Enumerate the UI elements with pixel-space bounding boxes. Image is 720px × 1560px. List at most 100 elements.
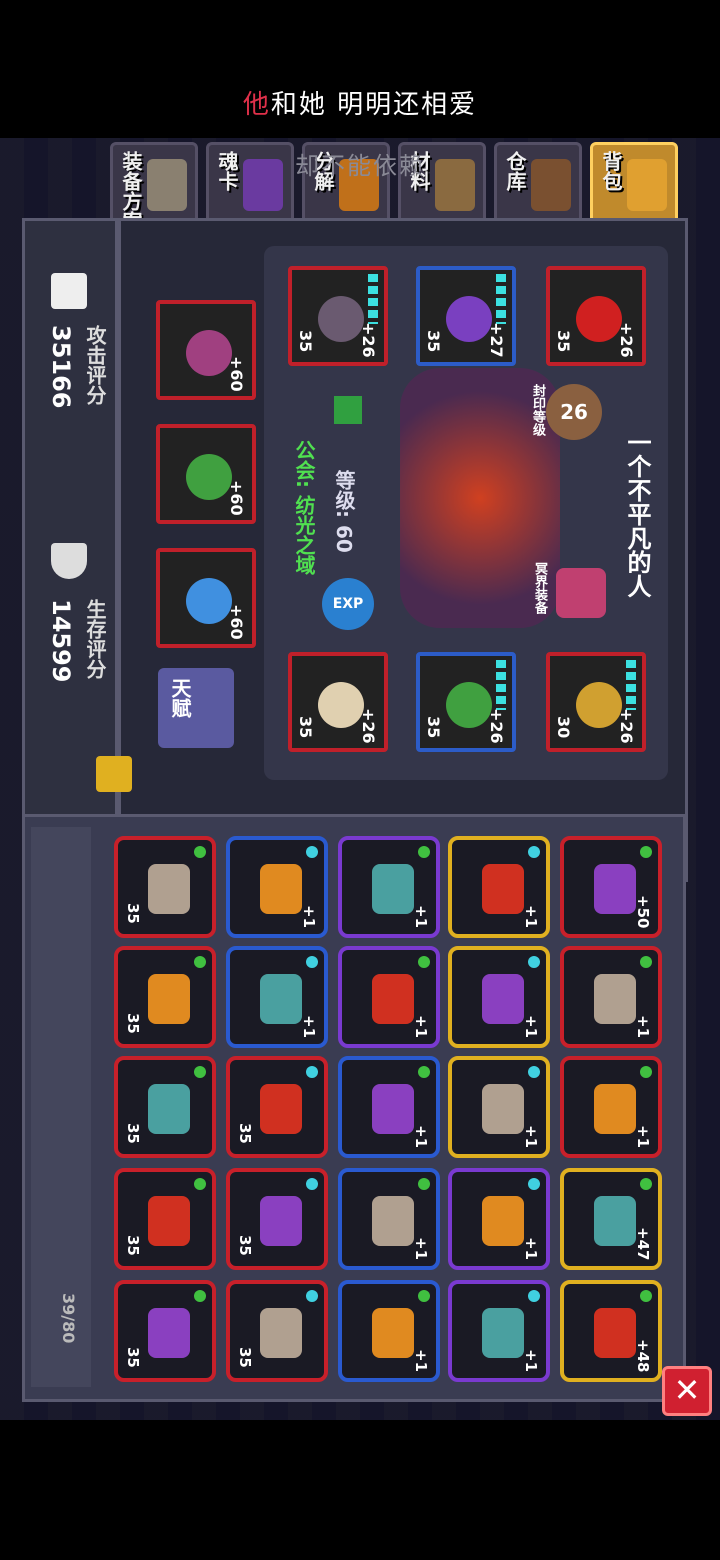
gem-sockets xyxy=(626,660,636,710)
ring-icon xyxy=(576,682,622,728)
inventory-slot[interactable]: 35 xyxy=(114,1056,216,1158)
lyric-rest: 和她 明明还相爱 xyxy=(270,90,478,120)
equip-slot-bottom-2[interactable]: 35 +26 xyxy=(416,652,516,752)
rarity-gem-icon xyxy=(640,1290,652,1302)
item-icon xyxy=(260,974,302,1024)
item-icon xyxy=(594,864,636,914)
staff-icon xyxy=(186,330,232,376)
item-icon xyxy=(148,1196,190,1246)
equip-slot-bottom-3[interactable]: 30 +26 xyxy=(546,652,646,752)
inventory-slot[interactable]: +1 xyxy=(338,1280,440,1382)
inventory-slot[interactable]: +1 xyxy=(226,836,328,938)
player-name: 一个不平凡的人 xyxy=(623,430,651,598)
inventory-slot[interactable]: +1 xyxy=(448,836,550,938)
item-icon xyxy=(482,974,524,1024)
guild-icon xyxy=(334,396,362,424)
soul-equip-icon[interactable] xyxy=(556,568,606,618)
item-icon xyxy=(482,864,524,914)
inventory-slot[interactable]: +1 xyxy=(448,1168,550,1270)
weapon-slot-1[interactable]: +60 xyxy=(156,300,256,400)
equip-slot-top-2[interactable]: 35 +27 xyxy=(416,266,516,366)
inventory-slot[interactable]: +1 xyxy=(560,1056,662,1158)
cape-icon xyxy=(576,296,622,342)
inventory-slot[interactable]: +1 xyxy=(448,1280,550,1382)
item-icon xyxy=(372,974,414,1024)
rarity-gem-icon xyxy=(640,1066,652,1078)
inventory-slot[interactable]: +48 xyxy=(560,1280,662,1382)
inventory-slot[interactable]: 35 xyxy=(114,1168,216,1270)
talent-button[interactable]: 天赋 xyxy=(158,668,234,748)
inventory-slot[interactable]: 35 xyxy=(226,1056,328,1158)
item-plus: +1 xyxy=(634,1014,652,1038)
inventory-slot[interactable]: +47 xyxy=(560,1168,662,1270)
item-icon xyxy=(482,1084,524,1134)
inventory-slot[interactable]: +1 xyxy=(338,1056,440,1158)
equip-slot-top-1[interactable]: 35 +26 xyxy=(288,266,388,366)
item-level: 35 xyxy=(236,1235,254,1256)
rarity-gem-icon xyxy=(418,1066,430,1078)
item-level: 35 xyxy=(236,1123,254,1144)
rarity-gem-icon xyxy=(528,1066,540,1078)
seal-level-badge: 26 xyxy=(546,384,602,440)
soul-equip-label: 冥界装备 xyxy=(532,562,547,614)
item-level: 35 xyxy=(424,329,443,352)
item-icon xyxy=(594,974,636,1024)
item-icon xyxy=(260,1308,302,1358)
item-icon xyxy=(148,864,190,914)
bow-icon xyxy=(186,454,232,500)
rarity-gem-icon xyxy=(528,846,540,858)
inventory-slot[interactable]: +1 xyxy=(226,946,328,1048)
plus-level: +26 xyxy=(487,708,506,744)
rarity-gem-icon xyxy=(194,956,206,968)
inventory-slot[interactable]: +1 xyxy=(448,946,550,1048)
inventory-slot[interactable]: +1 xyxy=(338,1168,440,1270)
inventory-slot[interactable]: +1 xyxy=(338,946,440,1048)
rarity-gem-icon xyxy=(640,846,652,858)
inventory-slot[interactable]: 35 xyxy=(114,1280,216,1382)
item-icon xyxy=(372,1308,414,1358)
plus-level: +60 xyxy=(227,604,246,640)
inventory-slot[interactable]: 35 xyxy=(226,1168,328,1270)
inventory-slot[interactable]: 35 xyxy=(226,1280,328,1382)
inventory-slot[interactable]: 35 xyxy=(114,836,216,938)
close-button[interactable]: ✕ xyxy=(662,1366,712,1416)
rarity-gem-icon xyxy=(194,1290,206,1302)
rarity-gem-icon xyxy=(306,1290,318,1302)
item-level: 35 xyxy=(296,715,315,738)
item-icon xyxy=(372,864,414,914)
lyric-line-2: 却不能依赖 xyxy=(295,152,425,180)
inventory-slot[interactable]: +1 xyxy=(560,946,662,1048)
inventory-slot[interactable]: +50 xyxy=(560,836,662,938)
gem-sockets xyxy=(496,274,506,324)
rarity-gem-icon xyxy=(640,956,652,968)
rarity-gem-icon xyxy=(194,846,206,858)
guild-name: 公会: 纺光之域 xyxy=(292,440,316,575)
exp-badge[interactable]: EXP xyxy=(322,578,374,630)
lock-icon[interactable] xyxy=(96,756,132,792)
helmet-icon xyxy=(318,296,364,342)
item-icon xyxy=(148,1308,190,1358)
rarity-gem-icon xyxy=(528,1290,540,1302)
weapon-slot-3[interactable]: +60 xyxy=(156,548,256,648)
item-icon xyxy=(482,1308,524,1358)
level-text: 等级: 60 xyxy=(332,470,356,553)
plus-level: +60 xyxy=(227,480,246,516)
item-plus: +1 xyxy=(300,904,318,928)
amulet-icon xyxy=(446,682,492,728)
equip-slot-bottom-1[interactable]: 35 +26 xyxy=(288,652,388,752)
rarity-gem-icon xyxy=(306,1066,318,1078)
inventory-slot[interactable]: +1 xyxy=(448,1056,550,1158)
plus-level: +26 xyxy=(359,322,378,358)
item-plus: +1 xyxy=(412,904,430,928)
inventory-slot[interactable]: +1 xyxy=(338,836,440,938)
item-plus: +1 xyxy=(412,1124,430,1148)
rarity-gem-icon xyxy=(194,1066,206,1078)
equip-slot-top-3[interactable]: 35 +26 xyxy=(546,266,646,366)
inventory-slot[interactable]: 35 xyxy=(114,946,216,1048)
item-level: 35 xyxy=(554,329,573,352)
weapon-slot-2[interactable]: +60 xyxy=(156,424,256,524)
item-icon xyxy=(594,1308,636,1358)
item-plus: +1 xyxy=(412,1236,430,1260)
plus-level: +26 xyxy=(359,708,378,744)
lyric-line-1: 他和她 明明还相爱 xyxy=(0,84,720,121)
